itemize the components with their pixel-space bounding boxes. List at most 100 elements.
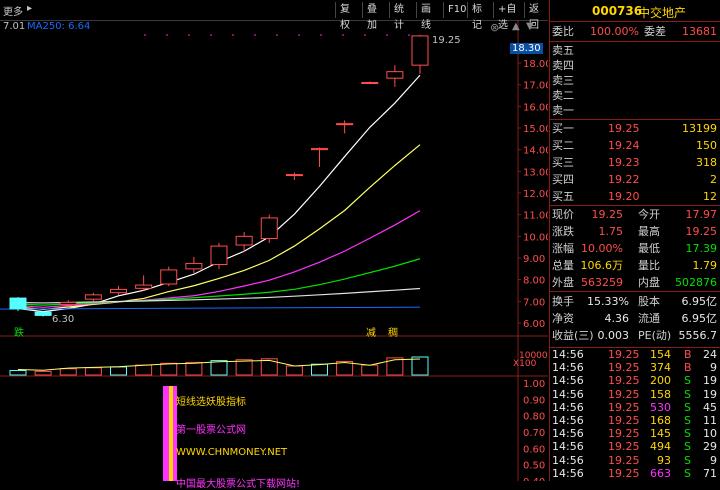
indicator-text-1: 第一股票公式网 (176, 425, 246, 436)
top-dot (276, 34, 278, 36)
tick-vol-7: 494 (650, 440, 671, 454)
tick-price-3: 19.25 (608, 387, 640, 401)
stat-row-1: 涨跌 1.75 最高 19.25 (552, 223, 719, 240)
toolbar-button-7[interactable]: 返回 (524, 2, 548, 31)
ma-line-white (17, 74, 421, 313)
volume-bar-9 (235, 359, 253, 376)
kline-chart[interactable]: 18.00 17.00 16.00 15.00 14.00 13.00 12.00 11.00… (0, 21, 552, 488)
kline-chart-area[interactable]: 18.00 17.00 16.00 15.00 14.00 13.00 12.00 11.00… (0, 21, 552, 490)
stat2-label-a-0: 换手 (552, 295, 574, 308)
top-dot (188, 34, 190, 36)
tick-time-3: 14:56 (552, 387, 584, 401)
stat-value-b-2: 17.39 (685, 242, 718, 255)
tick-row-3: 14:56 19.25 158 S 19 (552, 388, 719, 401)
top-dot (144, 34, 146, 36)
stat-row-0: 现价 19.25 今开 17.97 (552, 206, 719, 223)
bid-row-3: 买四 19.22 2 (552, 171, 719, 188)
candle-body-12 (311, 148, 328, 151)
toolbar-button-4[interactable]: F10 (443, 2, 467, 18)
stat-value-a-3: 106.6万 (580, 259, 624, 272)
stat-label-a-2: 涨幅 (552, 242, 574, 255)
stat2-value-b-2: 5556.7 (678, 329, 718, 342)
volume-bar-14 (361, 364, 379, 376)
tick-row-0: 14:56 19.25 154 B 24 (552, 348, 719, 361)
bid-price-1: 19.24 (608, 139, 640, 152)
tick-flag-2: S (684, 374, 691, 388)
top-dot (232, 34, 234, 36)
settings-icon[interactable]: ⊗ (490, 21, 499, 34)
stat-label-b-1: 最高 (638, 225, 660, 238)
indicator-axis-label-0: 1.00 (523, 379, 545, 390)
price-axis-label-2: 16.00 (523, 102, 548, 113)
stat-label-a-1: 涨跌 (552, 225, 574, 238)
price-axis-label-10: 8.00 (523, 276, 545, 287)
stat-label-a-0: 现价 (552, 208, 574, 221)
stat-row-4: 外盘 563259 内盘 502876 (552, 274, 719, 291)
price-axis-label-12: 6.00 (523, 319, 545, 330)
ask-row-4: 卖一 (552, 102, 719, 119)
tick-row-7: 14:56 19.25 494 S 29 (552, 440, 719, 453)
bid-label-2: 买三 (552, 156, 574, 169)
toolbar-button-6[interactable]: +自选 (493, 2, 524, 31)
top-dot (342, 34, 344, 36)
candle-body-16 (411, 35, 429, 66)
ma-line-yellow (17, 144, 421, 311)
toolbar-button-1[interactable]: 叠加 (362, 2, 389, 31)
tick-time-2: 14:56 (552, 374, 584, 388)
more-arrow-icon[interactable]: ▸ (27, 3, 32, 14)
volume-bar-3 (84, 367, 102, 376)
indicator-axis-label-1: 0.90 (523, 395, 545, 406)
volume-bar-1 (34, 370, 52, 376)
stat2-value-b-1: 6.95亿 (681, 312, 718, 325)
low-price-label: 6.30 (52, 314, 75, 325)
weicha-label: 委差 (644, 25, 666, 38)
tick-count-1: 9 (710, 361, 717, 375)
stat2-row-0: 换手 15.33% 股本 6.95亿 (552, 293, 719, 310)
price-axis-label-3: 15.00 (523, 124, 548, 135)
stat-label-b-0: 今开 (638, 208, 660, 221)
indicator-bar-magenta (163, 386, 169, 481)
top-dot (364, 34, 366, 36)
bid-price-2: 19.23 (608, 156, 640, 169)
bid-label-3: 买四 (552, 173, 574, 186)
tick-flag-1: B (684, 361, 692, 375)
stat-value-a-4: 563259 (581, 276, 623, 289)
top-dot (254, 34, 256, 36)
stat-label-a-3: 总量 (552, 259, 574, 272)
candle-body-0 (9, 297, 27, 310)
more-menu[interactable]: 更多 (3, 3, 23, 18)
tick-flag-4: S (684, 400, 691, 414)
tick-row-6: 14:56 19.25 145 S 10 (552, 427, 719, 440)
bid-label-0: 买一 (552, 122, 574, 135)
stat-label-b-3: 量比 (638, 259, 660, 272)
indicator-text-2: WWW.CHNMONEY.NET (176, 447, 288, 458)
price-axis-label-1: 17.00 (523, 81, 548, 92)
candle-body-3 (84, 294, 102, 300)
tick-time-4: 14:56 (552, 400, 584, 414)
volume-bar-5 (135, 364, 153, 376)
bid-label-1: 买二 (552, 139, 574, 152)
volume-bar-16 (411, 356, 429, 376)
tick-row-8: 14:56 19.25 93 S 9 (552, 454, 719, 467)
toolbar-button-5[interactable]: 标记 (467, 2, 493, 31)
tick-price-4: 19.25 (608, 400, 640, 414)
tick-count-3: 19 (703, 387, 717, 401)
candle-body-10 (260, 217, 278, 240)
tick-time-1: 14:56 (552, 361, 584, 375)
tick-price-9: 19.25 (608, 466, 640, 480)
toolbar-button-0[interactable]: 复权 (335, 2, 362, 31)
ma250-label: MA250: 6.64 (27, 21, 91, 32)
candle-body-2 (59, 301, 77, 306)
indicator-axis-label-3: 0.70 (523, 428, 545, 439)
up-arrow-icon[interactable]: ▲ (512, 21, 520, 32)
toolbar-button-2[interactable]: 统计 (389, 2, 416, 31)
down-arrow-icon[interactable]: ▼ (526, 21, 534, 32)
stat-value-a-0: 19.25 (591, 208, 624, 221)
price-axis-label-8: 10.00 (523, 232, 548, 243)
tick-time-6: 14:56 (552, 427, 584, 441)
candle-body-11 (285, 174, 303, 177)
tick-price-5: 19.25 (608, 414, 640, 427)
tick-time-0: 14:56 (552, 348, 584, 361)
toolbar-button-3[interactable]: 画线 (416, 2, 443, 31)
tick-flag-3: S (684, 387, 691, 401)
